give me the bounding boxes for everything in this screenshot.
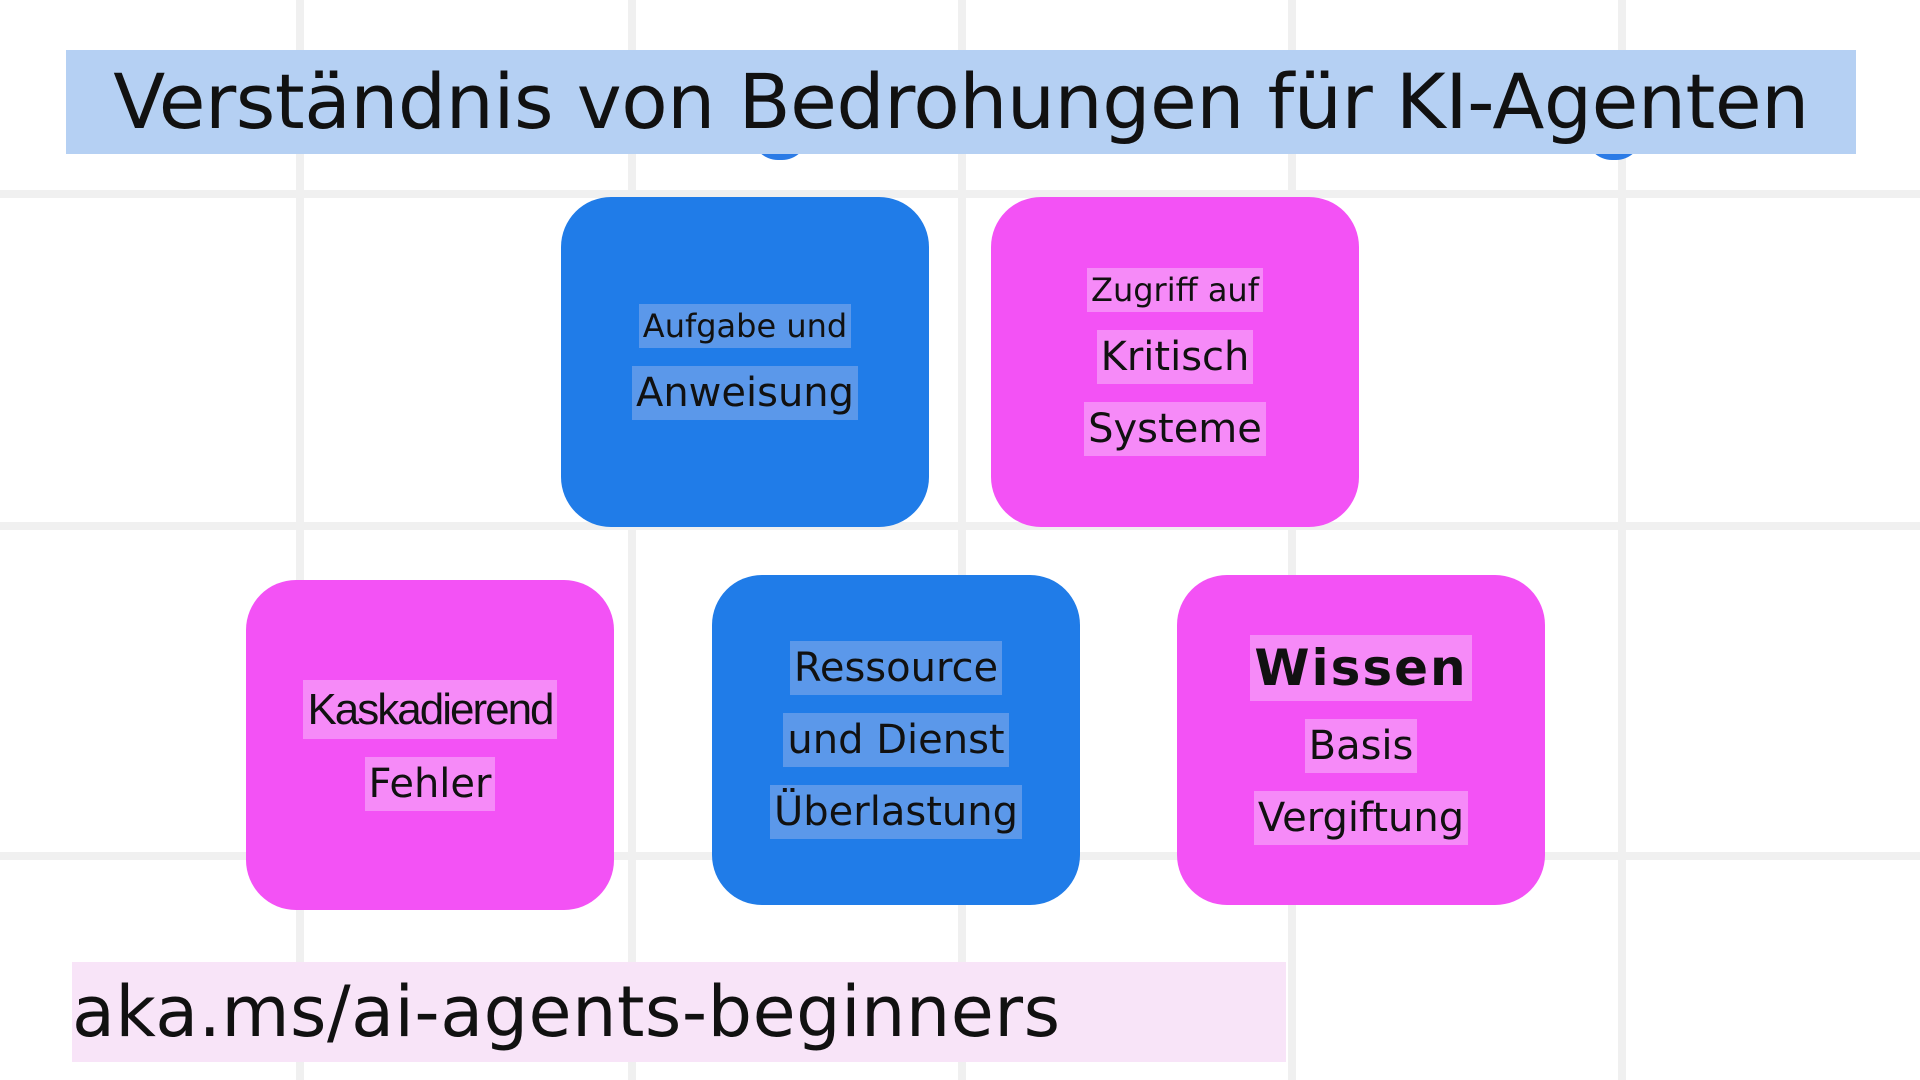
diagram-title: Verständnis von Bedrohungen für KI-Agent… — [66, 50, 1856, 154]
grid-line-vertical — [958, 0, 966, 1080]
card-label: Vergiftung — [1253, 791, 1469, 846]
grid-line-vertical — [296, 0, 304, 1080]
grid-line-horizontal — [0, 522, 1920, 530]
card-label: Wissen — [1250, 634, 1472, 702]
card-label: Systeme — [1084, 402, 1266, 456]
card-label: Fehler — [364, 756, 496, 811]
card-label: Ressource — [789, 641, 1003, 695]
grid-line-horizontal — [0, 190, 1920, 198]
threat-card-cascading-errors: Kaskadierend Fehler — [246, 580, 614, 910]
card-label: Basis — [1304, 719, 1418, 774]
grid-line-vertical — [1618, 0, 1626, 1080]
card-label: Anweisung — [631, 366, 859, 420]
threat-card-resource-overload: Ressource und Dienst Überlastung — [712, 575, 1080, 905]
card-label: Aufgabe und — [638, 304, 852, 348]
threat-card-task-instruction: Aufgabe und Anweisung — [561, 197, 929, 527]
card-label: Überlastung — [770, 785, 1022, 839]
card-label: und Dienst — [783, 713, 1009, 767]
card-label: Kaskadierend — [303, 679, 557, 739]
card-label: Kritisch — [1096, 330, 1254, 384]
grid-line-vertical — [1288, 0, 1296, 1080]
footer-url: aka.ms/ai-agents-beginners — [72, 962, 1286, 1062]
threat-card-knowledge-poisoning: Wissen Basis Vergiftung — [1177, 575, 1545, 905]
card-label: Zugriff auf — [1087, 268, 1263, 312]
grid-line-vertical — [628, 0, 636, 1080]
threat-card-critical-systems: Zugriff auf Kritisch Systeme — [991, 197, 1359, 527]
